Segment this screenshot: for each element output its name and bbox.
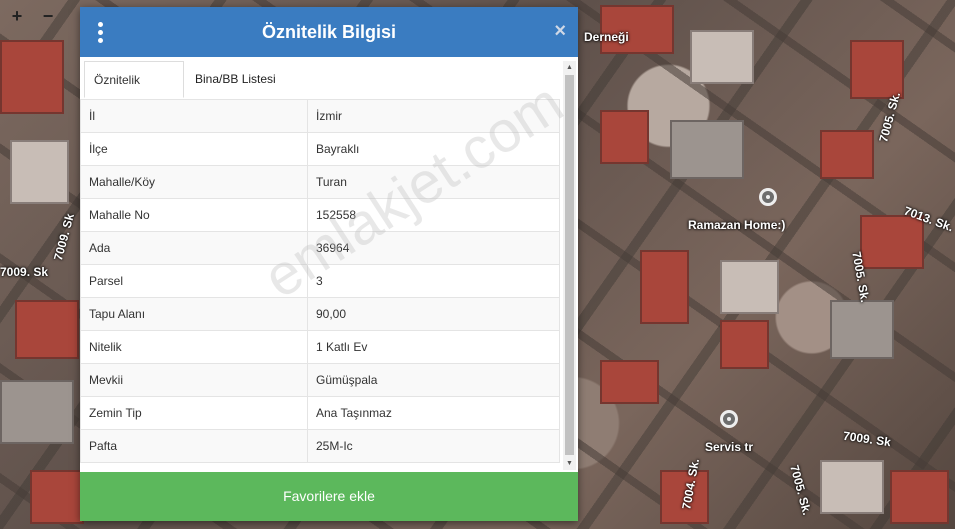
tab-building-list[interactable]: Bina/BB Listesi [186,61,296,98]
street-label: 7009. Sk [51,211,78,263]
building [720,260,779,314]
table-row: Nitelik 1 Katlı Ev [80,330,560,364]
poi-label[interactable]: Ramazan Home:) [688,218,785,232]
row-value: 25M-Ic [307,429,560,463]
building [720,320,769,369]
row-key: Tapu Alanı [80,297,308,331]
table-row: Mevkii Gümüşpala [80,363,560,397]
building [820,460,884,514]
add-to-favorites-button[interactable]: Favorilere ekle [80,472,578,521]
building [820,130,874,179]
row-value: 3 [307,264,560,298]
row-key: Pafta [80,429,308,463]
table-row: Parsel 3 [80,264,560,298]
street-label: 7009. Sk [0,265,49,279]
building [600,360,659,404]
building [10,140,69,204]
row-key: Nitelik [80,330,308,364]
table-row: Tapu Alanı 90,00 [80,297,560,331]
table-row: Mahalle No 152558 [80,198,560,232]
table-row: Pafta 25M-Ic [80,429,560,463]
street-label: 7005. Sk. [787,463,815,517]
scroll-up-icon[interactable]: ▲ [563,61,576,74]
row-key: Mahalle/Köy [80,165,308,199]
table-row: Ada 36964 [80,231,560,265]
dialog-header: Öznitelik Bilgisi × [80,7,578,57]
row-value: 152558 [307,198,560,232]
zoom-out-button[interactable]: − [35,4,61,28]
table-row: İlçe Bayraklı [80,132,560,166]
row-value: 90,00 [307,297,560,331]
row-value: 36964 [307,231,560,265]
poi-label[interactable]: Servis tr [705,440,753,454]
row-key: İlçe [80,132,308,166]
building [600,110,649,164]
building [0,380,74,444]
map-pin-icon[interactable] [759,188,777,206]
building [850,40,904,99]
close-icon[interactable]: × [554,20,566,42]
building [670,120,744,179]
row-value: Ana Taşınmaz [307,396,560,430]
row-key: Ada [80,231,308,265]
row-key: İl [80,99,308,133]
building [830,300,894,359]
attribute-table: İl İzmir İlçe Bayraklı Mahalle/Köy Turan Ma… [80,99,560,463]
building [690,30,754,84]
table-row: İl İzmir [80,99,560,133]
row-key: Parsel [80,264,308,298]
map-pin-icon[interactable] [720,410,738,428]
row-key: Zemin Tip [80,396,308,430]
zoom-in-button[interactable]: + [4,4,30,28]
dialog-title: Öznitelik Bilgisi [261,22,397,42]
building [640,250,689,324]
row-key: Mahalle No [80,198,308,232]
scroll-down-icon[interactable]: ▼ [563,457,576,470]
vertical-scrollbar[interactable]: ▲ ▼ [563,61,576,470]
scroll-thumb[interactable] [565,75,574,455]
tab-attribute-info[interactable]: Öznitelik Bilgisi [84,61,184,124]
dialog-body[interactable]: Öznitelik Bilgisi Bina/BB Listesi İlİzmi… [80,57,578,472]
building [890,470,949,524]
row-value: 1 Katlı Ev [307,330,560,364]
row-value: Bayraklı [307,132,560,166]
street-label: Derneği [584,30,629,44]
building [0,40,64,114]
attribute-dialog: Öznitelik Bilgisi × Öznitelik Bilgisi Bi… [80,7,578,521]
row-value: İzmir [307,99,560,133]
row-value: Turan [307,165,560,199]
table-row: Zemin Tip Ana Taşınmaz [80,396,560,430]
row-key: Mevkii [80,363,308,397]
row-value: Gümüşpala [307,363,560,397]
table-row: Mahalle/Köy Turan [80,165,560,199]
building [30,470,84,524]
tab-bar: Öznitelik Bilgisi Bina/BB Listesi [80,57,560,124]
street-label: 7009. Sk [842,428,892,450]
building [15,300,79,359]
building [860,215,924,269]
